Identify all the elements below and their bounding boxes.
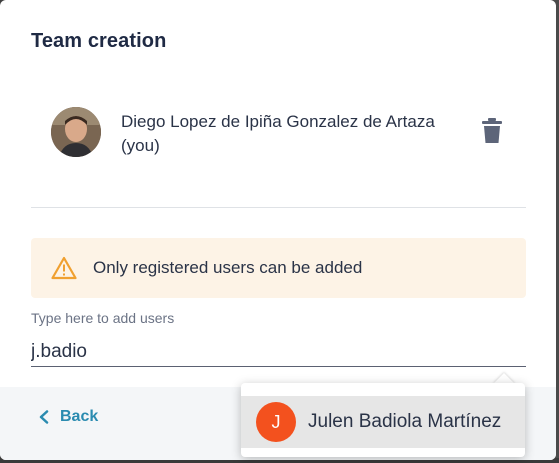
trash-icon <box>482 118 502 143</box>
add-users-label: Type here to add users <box>31 310 175 326</box>
member-row: Diego Lopez de Ipiña Gonzalez de Artaza … <box>31 104 526 162</box>
suggestion-avatar: J <box>256 402 296 442</box>
remove-member-button[interactable] <box>481 118 503 144</box>
back-label: Back <box>60 408 99 425</box>
member-avatar <box>51 107 101 157</box>
member-full-name: Diego Lopez de Ipiña Gonzalez de Artaza <box>121 112 435 131</box>
divider <box>31 207 526 208</box>
warning-triangle-icon <box>51 256 77 280</box>
chevron-left-icon <box>39 410 49 424</box>
suggestion-name: Julen Badiola Martínez <box>308 411 502 432</box>
add-users-input[interactable] <box>31 337 526 367</box>
member-you-tag: (you) <box>121 136 160 155</box>
warning-banner: Only registered users can be added <box>31 238 526 298</box>
warning-text: Only registered users can be added <box>93 258 363 277</box>
member-name: Diego Lopez de Ipiña Gonzalez de Artaza … <box>121 110 461 158</box>
dialog-title: Team creation <box>31 30 167 52</box>
suggestion-item[interactable]: J Julen Badiola Martínez <box>241 396 525 448</box>
back-button[interactable]: Back <box>38 408 98 426</box>
